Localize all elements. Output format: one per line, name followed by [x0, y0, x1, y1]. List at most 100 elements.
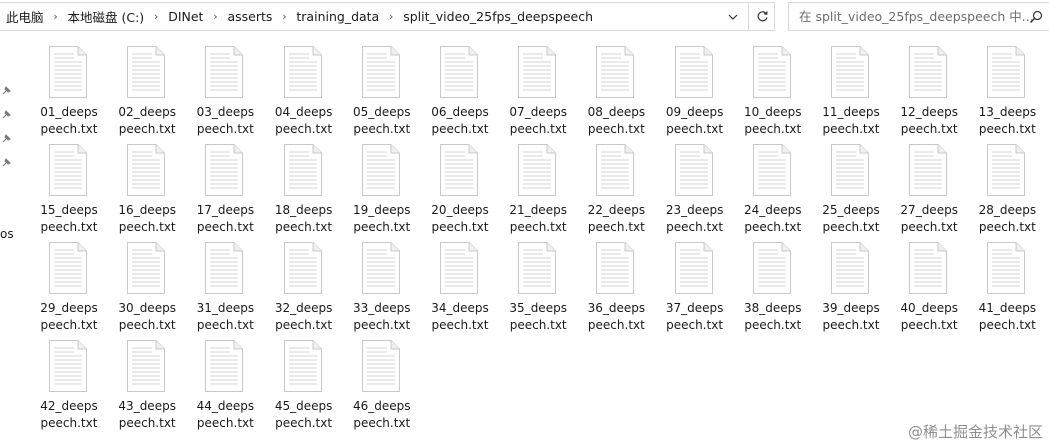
chevron-right-icon[interactable]: › — [46, 10, 66, 23]
file-item[interactable]: 24_deeps peech.txt — [734, 144, 812, 240]
file-item[interactable]: 33_deeps peech.txt — [343, 242, 421, 338]
file-item[interactable]: 17_deeps peech.txt — [186, 144, 264, 240]
file-item[interactable]: 37_deeps peech.txt — [656, 242, 734, 338]
file-item[interactable]: 22_deeps peech.txt — [577, 144, 655, 240]
file-name: 17_deeps peech.txt — [186, 202, 264, 236]
file-name-line: 21_deeps — [509, 203, 567, 217]
file-item[interactable]: 42_deeps peech.txt — [30, 340, 108, 436]
file-item[interactable]: 04_deeps peech.txt — [265, 46, 343, 142]
file-item[interactable]: 30_deeps peech.txt — [108, 242, 186, 338]
file-item[interactable]: 02_deeps peech.txt — [108, 46, 186, 142]
file-item[interactable]: 23_deeps peech.txt — [656, 144, 734, 240]
nav-item-label[interactable]: os — [0, 227, 14, 241]
text-document-icon — [909, 242, 948, 294]
file-name-line: 30_deeps — [118, 301, 176, 315]
file-item[interactable]: 10_deeps peech.txt — [734, 46, 812, 142]
file-item[interactable]: 36_deeps peech.txt — [577, 242, 655, 338]
file-item[interactable]: 13_deeps peech.txt — [968, 46, 1046, 142]
pin-icon[interactable] — [0, 133, 12, 145]
file-name-line: peech.txt — [744, 318, 802, 332]
search-box[interactable]: 在 split_video_25fps_deepspeech 中... — [788, 2, 1049, 31]
search-icon[interactable] — [1029, 10, 1043, 24]
file-name-line: peech.txt — [40, 122, 98, 136]
file-name: 11_deeps peech.txt — [812, 104, 890, 138]
file-name-line: peech.txt — [275, 220, 333, 234]
file-name: 06_deeps peech.txt — [421, 104, 499, 138]
text-document-icon — [361, 242, 400, 294]
file-item[interactable]: 31_deeps peech.txt — [186, 242, 264, 338]
file-name: 46_deeps peech.txt — [343, 398, 421, 432]
file-item[interactable]: 12_deeps peech.txt — [890, 46, 968, 142]
text-document-icon — [283, 144, 322, 196]
file-item[interactable]: 11_deeps peech.txt — [812, 46, 890, 142]
file-item[interactable]: 07_deeps peech.txt — [499, 46, 577, 142]
file-item[interactable]: 08_deeps peech.txt — [577, 46, 655, 142]
file-name-line: peech.txt — [744, 220, 802, 234]
file-name-line: 42_deeps — [40, 399, 98, 413]
chevron-right-icon[interactable]: › — [274, 10, 294, 23]
file-item[interactable]: 35_deeps peech.txt — [499, 242, 577, 338]
file-item[interactable]: 40_deeps peech.txt — [890, 242, 968, 338]
address-bar[interactable]: 此电脑 › 本地磁盘 (C:) › DINet › asserts › trai… — [0, 2, 775, 31]
file-name-line: 32_deeps — [274, 301, 333, 315]
file-item[interactable]: 44_deeps peech.txt — [186, 340, 264, 436]
file-name-line: peech.txt — [118, 416, 176, 430]
breadcrumb-asserts[interactable]: asserts — [225, 9, 274, 24]
file-name-line: peech.txt — [509, 220, 567, 234]
file-item[interactable]: 15_deeps peech.txt — [30, 144, 108, 240]
file-name-line: 10_deeps — [744, 105, 802, 119]
breadcrumb-dinet[interactable]: DINet — [166, 9, 205, 24]
file-name-line: 38_deeps — [744, 301, 802, 315]
file-item[interactable]: 41_deeps peech.txt — [968, 242, 1046, 338]
file-item[interactable]: 43_deeps peech.txt — [108, 340, 186, 436]
file-item[interactable]: 06_deeps peech.txt — [421, 46, 499, 142]
address-history-dropdown[interactable] — [720, 3, 746, 30]
file-item[interactable]: 01_deeps peech.txt — [30, 46, 108, 142]
file-name-line: peech.txt — [353, 318, 411, 332]
text-document-icon — [283, 242, 322, 294]
file-name-line: 39_deeps — [822, 301, 880, 315]
breadcrumb-current-folder[interactable]: split_video_25fps_deepspeech — [401, 9, 595, 24]
text-document-icon — [49, 340, 87, 392]
file-item[interactable]: 39_deeps peech.txt — [812, 242, 890, 338]
pin-icon[interactable] — [0, 109, 12, 121]
file-name: 41_deeps peech.txt — [968, 300, 1046, 334]
file-item[interactable]: 03_deeps peech.txt — [186, 46, 264, 142]
text-document-icon — [987, 144, 1026, 196]
file-item[interactable]: 09_deeps peech.txt — [656, 46, 734, 142]
breadcrumb-training-data[interactable]: training_data — [294, 9, 381, 24]
search-input[interactable]: 在 split_video_25fps_deepspeech 中... — [799, 3, 1034, 30]
file-name: 07_deeps peech.txt — [499, 104, 577, 138]
chevron-right-icon[interactable]: › — [381, 10, 401, 23]
breadcrumb-local-disk[interactable]: 本地磁盘 (C:) — [66, 7, 147, 26]
breadcrumb-this-pc[interactable]: 此电脑 — [4, 7, 46, 26]
file-name-line: peech.txt — [431, 220, 489, 234]
file-item[interactable]: 32_deeps peech.txt — [265, 242, 343, 338]
chevron-right-icon[interactable]: › — [205, 10, 225, 23]
file-item[interactable]: 18_deeps peech.txt — [265, 144, 343, 240]
file-name-line: peech.txt — [978, 220, 1036, 234]
file-item[interactable]: 46_deeps peech.txt — [343, 340, 421, 436]
file-item[interactable]: 34_deeps peech.txt — [421, 242, 499, 338]
file-name-line: peech.txt — [196, 416, 254, 430]
file-item[interactable]: 05_deeps peech.txt — [343, 46, 421, 142]
file-name-line: 46_deeps — [353, 399, 411, 413]
file-item[interactable]: 27_deeps peech.txt — [890, 144, 968, 240]
file-name-line: peech.txt — [353, 122, 411, 136]
file-item[interactable]: 25_deeps peech.txt — [812, 144, 890, 240]
pin-icon[interactable] — [0, 157, 12, 169]
chevron-right-icon[interactable]: › — [146, 10, 166, 23]
file-item[interactable]: 21_deeps peech.txt — [499, 144, 577, 240]
file-item[interactable]: 29_deeps peech.txt — [30, 242, 108, 338]
refresh-button[interactable] — [748, 3, 775, 30]
file-item[interactable]: 45_deeps peech.txt — [265, 340, 343, 436]
file-item[interactable]: 16_deeps peech.txt — [108, 144, 186, 240]
file-item[interactable]: 20_deeps peech.txt — [421, 144, 499, 240]
pin-icon[interactable] — [0, 85, 12, 97]
file-item[interactable]: 19_deeps peech.txt — [343, 144, 421, 240]
file-name-line: peech.txt — [978, 318, 1036, 332]
file-name-line: 08_deeps — [587, 105, 646, 119]
file-name: 43_deeps peech.txt — [108, 398, 186, 432]
file-item[interactable]: 38_deeps peech.txt — [734, 242, 812, 338]
file-item[interactable]: 28_deeps peech.txt — [968, 144, 1046, 240]
